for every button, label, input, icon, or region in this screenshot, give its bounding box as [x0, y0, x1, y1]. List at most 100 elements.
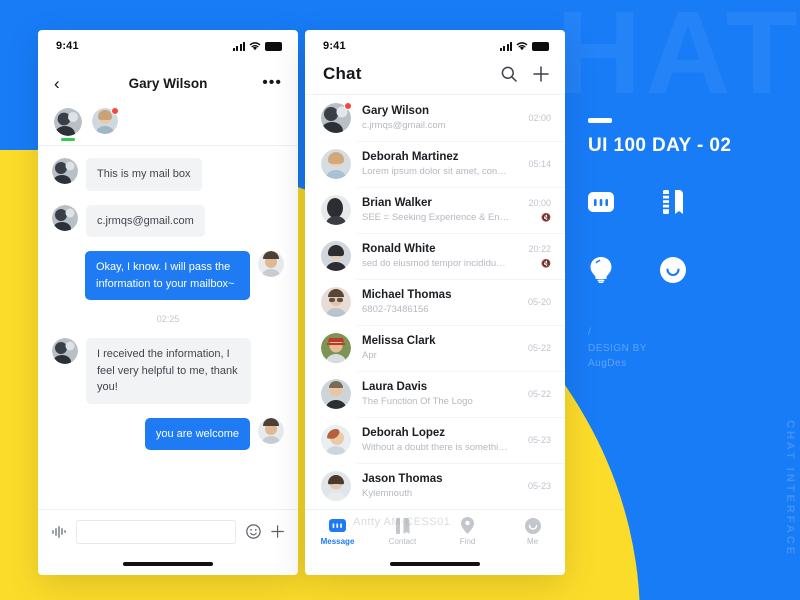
message-preview: The Function Of The Logo: [362, 396, 473, 407]
battery-icon: [532, 42, 549, 51]
list-item[interactable]: Deborah Lopez Without a doubt there is s…: [305, 417, 565, 463]
tab-me[interactable]: Me: [500, 517, 565, 546]
message-composer: [38, 509, 298, 553]
list-item[interactable]: Laura Davis The Function Of The Logo 05-…: [305, 371, 565, 417]
plus-icon[interactable]: [533, 66, 549, 82]
tab-message[interactable]: Message: [305, 517, 370, 546]
lightbulb-icon: [588, 257, 614, 283]
location-pin-icon: [459, 517, 476, 534]
signal-icon: [499, 42, 512, 51]
message-preview: Kylemnouth: [362, 488, 413, 499]
mute-icon: 🔇: [541, 259, 551, 268]
contact-name: Deborah Martinez: [362, 151, 459, 163]
home-indicator-area: [38, 553, 298, 575]
list-item-meta: 02:00: [528, 113, 551, 123]
list-item-meta: 05-22: [528, 389, 551, 399]
emoji-icon[interactable]: [246, 523, 261, 540]
list-item-text: Jason Thomas Kylemnouth: [362, 473, 517, 499]
list-item[interactable]: Gary Wilson c.jrmqs@gmail.com 02:00: [305, 95, 565, 141]
unread-badge: [344, 102, 352, 110]
chat-list-header: Chat: [305, 62, 565, 95]
credit-line-1: /: [588, 327, 592, 338]
status-bar: 9:41: [38, 30, 298, 62]
message-bubble-incoming: I received the information, I feel very …: [86, 338, 251, 404]
contact-book-icon: [660, 189, 686, 215]
tab-contact[interactable]: Contact: [370, 517, 435, 546]
message-row: c.jrmqs@gmail.com: [52, 204, 284, 237]
contact-name: Deborah Lopez: [362, 427, 446, 439]
contact-name: Jason Thomas: [362, 473, 443, 485]
timestamp: 20:22: [528, 244, 551, 254]
smiley-icon: [660, 257, 686, 283]
status-indicators: [499, 41, 549, 51]
list-item-meta: 20:22 🔇: [528, 244, 551, 268]
credit-line-3: AugDes: [588, 358, 627, 369]
message-preview: Apr: [362, 350, 377, 361]
tab-find[interactable]: Find: [435, 517, 500, 546]
notification-badge: [111, 107, 119, 115]
message-thread: This is my mail box c.jrmqs@gmail.com Ok…: [38, 146, 298, 509]
message-preview: Lorem ipsum dolor sit amet, consect...: [362, 166, 510, 177]
list-item-meta: 05-20: [528, 297, 551, 307]
message-preview: sed do eiusmod tempor incididunt ut l...: [362, 258, 510, 269]
list-item[interactable]: Melissa Clark Apr 05-22: [305, 325, 565, 371]
message-row: Okay, I know. I will pass the informatio…: [52, 251, 284, 300]
contact-name: Michael Thomas: [362, 289, 452, 301]
avatar-participant-1[interactable]: [54, 108, 82, 141]
background-watermark-text: HAT: [556, 0, 800, 119]
message-bubble-outgoing: you are welcome: [144, 417, 250, 450]
tab-label: Message: [320, 537, 355, 546]
list-item-text: Brian Walker SEE = Seeking Experience & …: [362, 197, 517, 223]
list-item[interactable]: Deborah Martinez Lorem ipsum dolor sit a…: [305, 141, 565, 187]
avatar: [52, 338, 78, 364]
status-time: 9:41: [323, 40, 346, 52]
status-time: 9:41: [56, 40, 79, 52]
message-input[interactable]: [75, 519, 236, 544]
contact-name: Laura Davis: [362, 381, 428, 393]
message-row: This is my mail box: [52, 158, 284, 191]
message-bubble-incoming: This is my mail box: [86, 158, 202, 191]
search-icon[interactable]: [501, 66, 517, 82]
home-indicator: [123, 562, 213, 566]
home-indicator: [390, 562, 480, 566]
avatar: [321, 471, 351, 501]
timestamp: 05-23: [527, 481, 551, 491]
conversation-title: Gary Wilson: [128, 75, 208, 91]
message-row: I received the information, I feel very …: [52, 338, 284, 404]
avatar-participant-2[interactable]: [92, 107, 119, 134]
contact-book-icon: [394, 517, 411, 534]
credit-line-2: DESIGN BY: [588, 342, 647, 354]
smiley-icon: [524, 517, 541, 534]
message-row: you are welcome: [52, 417, 284, 450]
list-item-text: Deborah Martinez Lorem ipsum dolor sit a…: [362, 151, 517, 177]
tab-label: Me: [526, 537, 539, 546]
timestamp: 05:14: [528, 159, 551, 169]
list-item[interactable]: Brian Walker SEE = Seeking Experience & …: [305, 187, 565, 233]
wifi-icon: [249, 42, 261, 51]
contact-name: Melissa Clark: [362, 335, 436, 347]
vertical-watermark-text: CHAT INTERFACE: [784, 420, 796, 558]
voice-wave-icon[interactable]: [52, 525, 66, 538]
avatar: [258, 417, 284, 444]
message-preview: 6802-73486156: [362, 304, 429, 315]
list-item-text: Melissa Clark Apr: [362, 335, 517, 361]
timestamp: 05-22: [527, 389, 551, 399]
list-item-meta: 05-23: [528, 435, 551, 445]
battery-icon: [265, 42, 282, 51]
signal-icon: [232, 42, 245, 51]
list-item-text: Michael Thomas 6802-73486156: [362, 289, 517, 315]
back-button[interactable]: ‹: [54, 75, 60, 92]
avatar: [321, 241, 351, 271]
list-item[interactable]: Michael Thomas 6802-73486156 05-20: [305, 279, 565, 325]
avatar: [321, 379, 351, 409]
list-item[interactable]: Jason Thomas Kylemnouth 05-23: [305, 463, 565, 509]
list-item-text: Laura Davis The Function Of The Logo: [362, 381, 517, 407]
list-item[interactable]: Ronald White sed do eiusmod tempor incid…: [305, 233, 565, 279]
timestamp: 02:00: [528, 113, 551, 123]
participants-strip: [38, 104, 298, 146]
mute-icon: 🔇: [541, 213, 551, 222]
more-options-button[interactable]: •••: [262, 75, 282, 91]
plus-icon[interactable]: [271, 524, 284, 539]
status-bar: 9:41: [305, 30, 565, 62]
contact-name: Brian Walker: [362, 197, 432, 209]
